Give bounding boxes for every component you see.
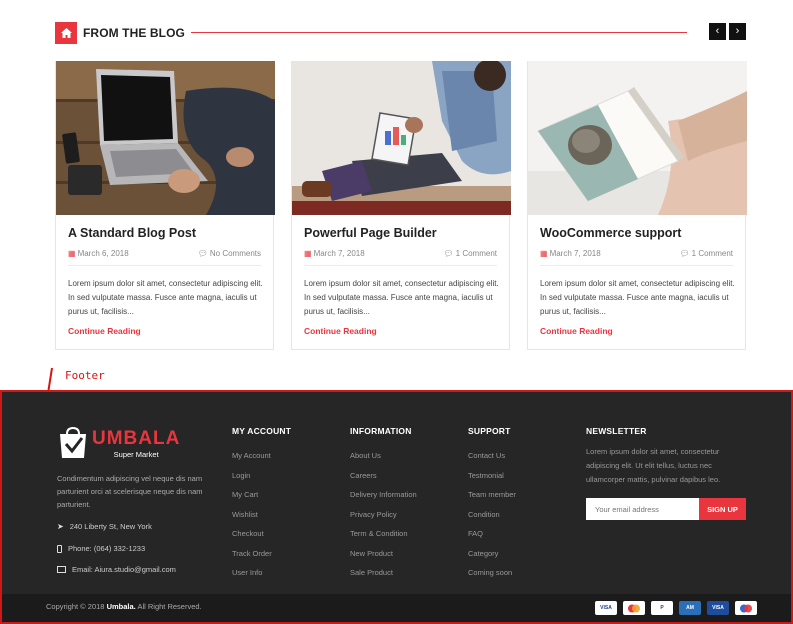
payment-methods: VISA P AM VISA [595, 601, 757, 615]
post-date: ▦ March 6, 2018 [68, 249, 129, 258]
logo-tagline: Super Market [113, 450, 159, 459]
footer-link[interactable]: Condition [468, 510, 516, 530]
blog-card: WooCommerce support ▦ March 7, 2018 💬︎ 1 C… [527, 61, 747, 350]
footer-link[interactable]: Contact Us [468, 451, 516, 471]
newsletter: NEWSLETTER Lorem ipsum dolor sit amet, c… [586, 426, 746, 520]
footer-link[interactable]: Privacy Policy [350, 510, 417, 530]
newsletter-title: NEWSLETTER [586, 426, 647, 436]
logo-name: UMBALA [92, 428, 181, 449]
footer-link[interactable]: Delivery Information [350, 490, 417, 510]
copyright-text: Copyright © 2018 Umbala. All Right Reser… [46, 602, 202, 611]
copyright-bar: Copyright © 2018 Umbala. All Right Reser… [2, 594, 791, 622]
blog-card: A Standard Blog Post ▦ March 6, 2018 💬︎ No… [55, 61, 275, 350]
carousel-nav: ‹ › [709, 23, 746, 40]
mastercard-icon [623, 601, 645, 615]
contact-email[interactable]: Email: Aiura.studio@gmail.com [57, 565, 176, 574]
maestro-icon [735, 601, 757, 615]
comments-icon: 💬︎ [443, 249, 454, 258]
footer-link[interactable]: My Account [232, 451, 291, 471]
meta-divider [68, 265, 261, 266]
blog-cards: A Standard Blog Post ▦ March 6, 2018 💬︎ No… [55, 61, 747, 350]
column-title: INFORMATION [350, 426, 412, 436]
post-title[interactable]: Powerful Page Builder [304, 226, 437, 240]
post-image-tablet[interactable] [292, 61, 511, 215]
newsletter-email-input[interactable] [586, 498, 699, 520]
meta-divider [304, 265, 497, 266]
continue-reading-link[interactable]: Continue Reading [540, 326, 613, 336]
post-image-book[interactable] [528, 61, 747, 215]
comments-icon: 💬︎ [679, 249, 690, 258]
footer-link[interactable]: Sale Product [350, 568, 417, 588]
amex-card-icon: AM [679, 601, 701, 615]
post-comments[interactable]: 💬︎ 1 Comment [679, 249, 733, 258]
shopping-bag-icon [60, 426, 86, 458]
post-excerpt: Lorem ipsum dolor sit amet, consectetur … [304, 279, 499, 316]
calendar-icon: ▦ [540, 249, 548, 258]
footer-column-my-account: MY ACCOUNT My Account Login My Cart Wish… [232, 426, 291, 588]
heading-divider [191, 32, 687, 33]
footer-link[interactable]: Coming soon [468, 568, 516, 588]
home-icon [55, 22, 77, 44]
footer-column-information: INFORMATION About Us Careers Delivery In… [350, 426, 417, 588]
post-image-laptop[interactable] [56, 61, 275, 215]
post-meta: ▦ March 6, 2018 💬︎ No Comments [68, 249, 261, 258]
calendar-icon: ▦ [68, 249, 76, 258]
post-date: ▦ March 7, 2018 [304, 249, 365, 258]
newsletter-text: Lorem ipsum dolor sit amet, consectetur … [586, 447, 721, 484]
column-title: MY ACCOUNT [232, 426, 292, 436]
post-meta: ▦ March 7, 2018 💬︎ 1 Comment [304, 249, 497, 258]
about-text: Condimentum adipiscing vel neque dis nam… [57, 474, 203, 509]
footer-link[interactable]: My Cart [232, 490, 291, 510]
post-excerpt: Lorem ipsum dolor sit amet, consectetur … [540, 279, 735, 316]
footer-link[interactable]: Track Order [232, 549, 291, 569]
footer: UMBALA Super Market Condimentum adipisci… [0, 390, 793, 624]
footer-link[interactable]: Category [468, 549, 516, 569]
blog-section-header: FROM THE BLOG ‹ › [55, 22, 746, 44]
post-comments[interactable]: 💬︎ 1 Comment [443, 249, 497, 258]
visa-card-icon: VISA [595, 601, 617, 615]
post-meta: ▦ March 7, 2018 💬︎ 1 Comment [540, 249, 733, 258]
footer-column-support: SUPPORT Contact Us Testmonial Team membe… [468, 426, 516, 588]
contact-phone: Phone: (064) 332-1233 [57, 544, 145, 553]
logo[interactable]: UMBALA Super Market [57, 426, 180, 460]
footer-link[interactable]: User Info [232, 568, 291, 588]
blog-card: Powerful Page Builder ▦ March 7, 2018 💬︎ 1… [291, 61, 511, 350]
newsletter-form: SIGN UP [586, 498, 746, 520]
post-excerpt: Lorem ipsum dolor sit amet, consectetur … [68, 279, 263, 316]
post-title[interactable]: A Standard Blog Post [68, 226, 196, 240]
footer-link[interactable]: Term & Condition [350, 529, 417, 549]
footer-link[interactable]: Login [232, 471, 291, 491]
footer-link[interactable]: New Product [350, 549, 417, 569]
contact-address: ➤ 240 Liberty St, New York [57, 522, 152, 531]
footer-link[interactable]: Team member [468, 490, 516, 510]
footer-link[interactable]: Checkout [232, 529, 291, 549]
comments-icon: 💬︎ [197, 249, 208, 258]
page: FROM THE BLOG ‹ › A Standard Blog Post ▦… [0, 0, 793, 624]
blog-heading: FROM THE BLOG [83, 26, 185, 40]
envelope-icon [57, 566, 66, 573]
annotation-label: Footer [65, 369, 105, 382]
prev-button[interactable]: ‹ [709, 23, 726, 40]
next-button[interactable]: › [729, 23, 746, 40]
footer-link[interactable]: Careers [350, 471, 417, 491]
column-title: SUPPORT [468, 426, 511, 436]
phone-icon [57, 544, 62, 553]
post-date: ▦ March 7, 2018 [540, 249, 601, 258]
footer-link[interactable]: Testmonial [468, 471, 516, 491]
paypal-icon: P [651, 601, 673, 615]
continue-reading-link[interactable]: Continue Reading [304, 326, 377, 336]
footer-link[interactable]: FAQ [468, 529, 516, 549]
copyright-brand[interactable]: Umbala. [107, 602, 136, 611]
post-comments[interactable]: 💬︎ No Comments [198, 249, 261, 258]
visa-electron-icon: VISA [707, 601, 729, 615]
calendar-icon: ▦ [304, 249, 312, 258]
footer-link[interactable]: About Us [350, 451, 417, 471]
sign-up-button[interactable]: SIGN UP [699, 498, 746, 520]
meta-divider [540, 265, 733, 266]
footer-link[interactable]: Wishlist [232, 510, 291, 530]
location-arrow-icon: ➤ [57, 522, 64, 531]
post-title[interactable]: WooCommerce support [540, 226, 681, 240]
continue-reading-link[interactable]: Continue Reading [68, 326, 141, 336]
